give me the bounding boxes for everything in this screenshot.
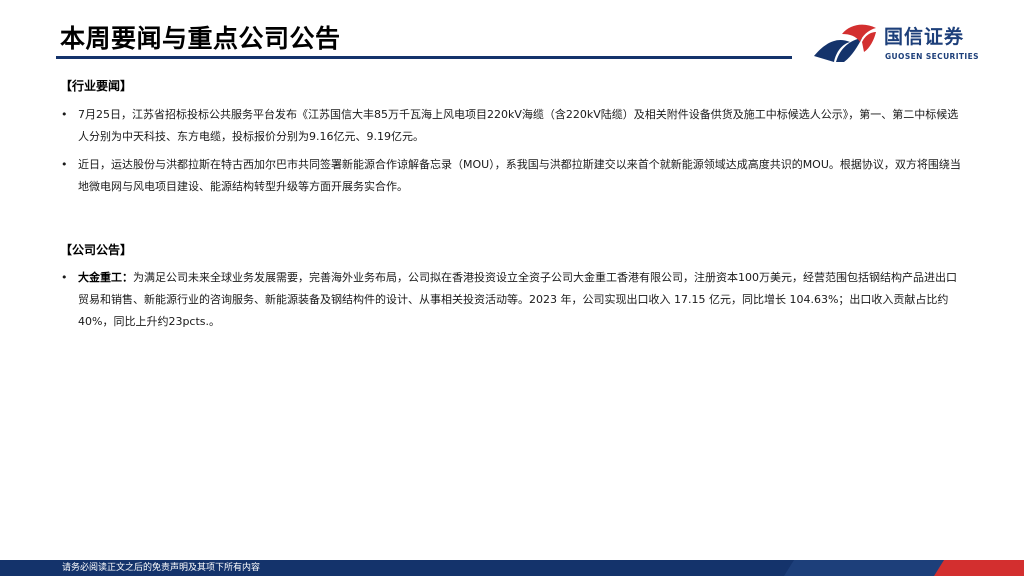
list-item: • 近日，运达股份与洪都拉斯在特古西加尔巴市共同签署新能源合作谅解备忘录（MOU…: [60, 154, 966, 198]
section-heading-company: 【公司公告】: [60, 243, 133, 257]
footer-bar: 请务必阅读正文之后的免责声明及其项下所有内容: [0, 560, 1024, 576]
announcement-text: 为满足公司未来全球业务发展需要，完善海外业务布局，公司拟在香港投资设立全资子公司…: [78, 271, 957, 328]
logo-name-cn: 国信证券: [884, 26, 965, 48]
footer-disclaimer: 请务必阅读正文之后的免责声明及其项下所有内容: [62, 563, 261, 573]
company-logo: 国信证券 GUOSEN SECURITIES: [812, 22, 1002, 66]
section-heading-industry: 【行业要闻】: [60, 79, 133, 93]
guosen-logo-icon: [814, 24, 876, 62]
industry-news-list: • 7月25日，江苏省招标投标公共服务平台发布《江苏国信大丰85万千瓦海上风电项…: [60, 104, 966, 198]
bullet-icon: •: [61, 158, 68, 171]
bullet-icon: •: [61, 271, 68, 284]
logo-name-en: GUOSEN SECURITIES: [885, 52, 979, 61]
news-text: 近日，运达股份与洪都拉斯在特古西加尔巴市共同签署新能源合作谅解备忘录（MOU），…: [78, 158, 961, 193]
company-name: 大金重工：: [78, 271, 133, 284]
list-item: • 7月25日，江苏省招标投标公共服务平台发布《江苏国信大丰85万千瓦海上风电项…: [60, 104, 966, 148]
footer-accent-icon: [784, 560, 1024, 576]
list-item: • 大金重工：为满足公司未来全球业务发展需要，完善海外业务布局，公司拟在香港投资…: [60, 267, 966, 333]
company-announcement-list: • 大金重工：为满足公司未来全球业务发展需要，完善海外业务布局，公司拟在香港投资…: [60, 267, 966, 333]
title-divider: [56, 56, 792, 59]
news-text: 7月25日，江苏省招标投标公共服务平台发布《江苏国信大丰85万千瓦海上风电项目2…: [78, 108, 959, 143]
page-title: 本周要闻与重点公司公告: [60, 24, 341, 53]
bullet-icon: •: [61, 108, 68, 121]
